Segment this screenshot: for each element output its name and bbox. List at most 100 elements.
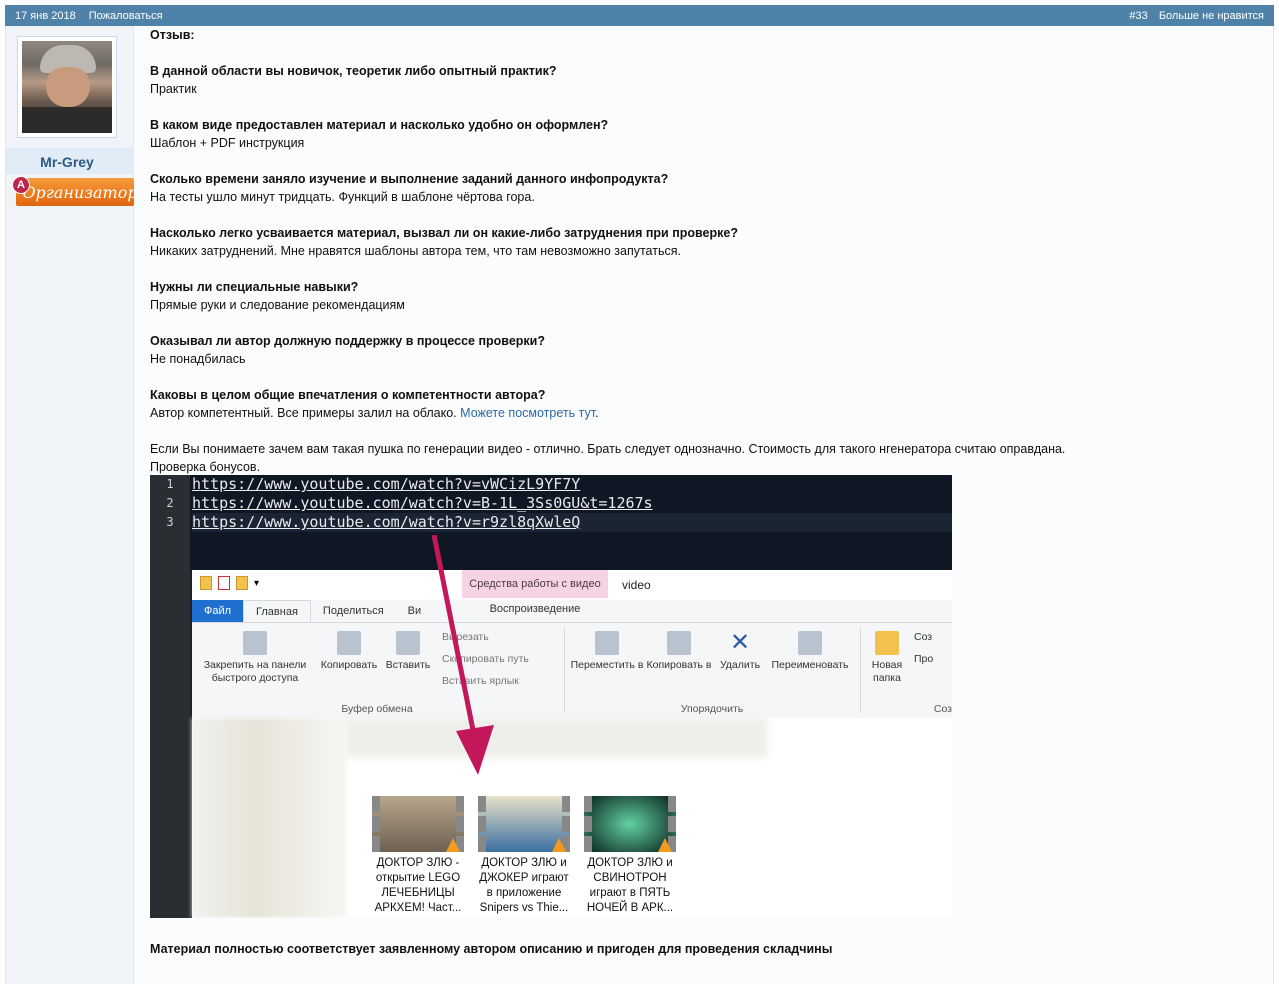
file-name-line: Snipers vs Thie... <box>479 902 569 914</box>
clipboard-group: Закрепить на панели быстрого доступа Коп… <box>192 623 529 719</box>
post-number-link[interactable]: #33 <box>1129 10 1147 22</box>
create-group: Новая папка Соз Про Соз <box>862 623 952 719</box>
file-name-line: ДОКТОР ЗЛЮ - <box>376 857 460 869</box>
qat-dropdown-icon: ▾ <box>254 577 260 589</box>
code-lines: https://www.youtube.com/watch?v=vWCizL9Y… <box>192 475 952 532</box>
window-title: video <box>622 578 651 592</box>
line-number: 3 <box>166 515 174 529</box>
properties-icon <box>218 576 230 590</box>
blurred-navigation-pane <box>192 718 347 918</box>
group-separator <box>564 627 565 713</box>
pin-label: Закрепить на панели быстрого доступа <box>203 659 307 684</box>
file-name-line: ДОКТОР ЗЛЮ и <box>481 857 567 869</box>
answer: Автор компетентный. Все примеры залил на… <box>150 404 1260 422</box>
vlc-cone-icon <box>552 838 566 852</box>
file-name-line: ДОКТОР ЗЛЮ и <box>587 857 673 869</box>
delete-label: Удалить <box>719 659 761 671</box>
group-separator <box>860 627 861 713</box>
username-link[interactable]: Mr-Grey <box>6 154 128 170</box>
qa-item: Насколько легко усваивается материал, вы… <box>150 224 1260 260</box>
tab-share: Поделиться <box>322 605 384 617</box>
file-name-line: СВИНОТРОН <box>593 872 667 884</box>
post-date[interactable]: 17 янв 2018 <box>15 10 76 22</box>
pin-icon <box>243 631 267 655</box>
report-link[interactable]: Пожаловаться <box>89 10 163 22</box>
file-name-line: в приложение <box>486 887 562 899</box>
line-number-gutter: 1 2 3 <box>150 475 190 918</box>
youtube-url: https://www.youtube.com/watch?v=r9zl8qXw… <box>192 513 952 532</box>
question: В каком виде предоставлен материал и нас… <box>150 118 609 132</box>
ribbon-tabs: Файл Главная Поделиться Ви <box>192 600 433 622</box>
rename-label: Переименовать <box>771 659 849 671</box>
new-item-button: Соз <box>914 631 933 643</box>
qa-item: Оказывал ли автор должную поддержку в пр… <box>150 332 1260 368</box>
qa-item: Сколько времени заняло изучение и выполн… <box>150 170 1260 206</box>
answer-text: Автор компетентный. Все примеры залил на… <box>150 406 457 420</box>
user-title-badge: Организатор A <box>12 176 138 208</box>
file-name-line: АРКХЕМ! Част... <box>374 902 462 914</box>
organizer-ribbon: Организатор <box>16 178 138 206</box>
new-folder-icon <box>236 576 248 590</box>
delete-button: ✕ Удалить <box>716 631 764 672</box>
question: Нужны ли специальные навыки? <box>150 280 359 294</box>
badge-letter-icon: A <box>12 176 30 194</box>
question: Сколько времени заняло изучение и выполн… <box>150 172 669 186</box>
paste-icon <box>396 631 420 655</box>
youtube-url: https://www.youtube.com/watch?v=vWCizL9Y… <box>192 475 581 493</box>
avatar[interactable] <box>17 36 117 138</box>
copy-label: Копировать <box>320 659 378 671</box>
file-name-line: открытие LEGO <box>375 872 461 884</box>
new-folder-label: Новая папка <box>871 659 903 684</box>
question: В данной области вы новичок, теоретик ли… <box>150 64 557 78</box>
copy-icon <box>337 631 361 655</box>
cloud-link[interactable]: Можете посмотреть тут <box>460 406 595 420</box>
answer: Практик <box>150 82 197 96</box>
answer: На тесты ушло минут тридцать. Функций в … <box>150 190 535 204</box>
embedded-screenshot[interactable]: 1 2 3 https://www.youtube.com/watch?v=vW… <box>150 475 952 918</box>
tab-home: Главная <box>243 600 311 622</box>
answer: Прямые руки и следование рекомендациям <box>150 298 405 312</box>
bonus-check-text: Проверка бонусов. <box>150 460 261 474</box>
unlike-link[interactable]: Больше не нравится <box>1159 10 1264 22</box>
qa-item: Каковы в целом общие впечатления о компе… <box>150 386 1260 422</box>
file-name-line: играют в ПЯТЬ <box>589 887 671 899</box>
summary-paragraph: Если Вы понимаете зачем вам такая пушка … <box>150 442 1066 456</box>
review-heading: Отзыв: <box>150 28 195 42</box>
rename-button: Переименовать <box>764 631 856 672</box>
organize-group: Переместить в Копировать в ✕ Удалить Пере… <box>566 623 858 719</box>
move-icon <box>595 631 619 655</box>
line-number: 2 <box>166 496 174 510</box>
pink-arrow-icon <box>431 535 494 775</box>
tab-file: Файл <box>192 600 244 622</box>
file-explorer-pane: ДОКТОР ЗЛЮ - открытие LEGO ЛЕЧЕБНИЦЫ АРК… <box>192 718 952 918</box>
title-bar: ▾ Средства работы с видео video <box>192 570 952 600</box>
new-folder-button: Новая папка <box>864 631 910 685</box>
question: Каковы в целом общие впечатления о компе… <box>150 388 546 402</box>
video-file-item: ДОКТОР ЗЛЮ - открытие LEGO ЛЕЧЕБНИЦЫ АРК… <box>370 796 466 916</box>
copy-button: Копировать <box>316 631 382 672</box>
create-group-label: Соз <box>933 703 952 715</box>
video-file-item: ДОКТОР ЗЛЮ и СВИНОТРОН играют в ПЯТЬ НОЧ… <box>582 796 678 916</box>
qa-item: Нужны ли специальные навыки? Прямые руки… <box>150 278 1260 314</box>
video-thumbnail <box>584 796 676 852</box>
file-name-line: ДЖОКЕР играют <box>479 872 569 884</box>
video-thumbnail <box>372 796 464 852</box>
move-to-button: Переместить в <box>570 631 644 672</box>
answer: Не понадбилась <box>150 352 246 366</box>
conclusion-text: Материал полностью соответствует заявлен… <box>150 942 833 956</box>
answer: Шаблон + PDF инструкция <box>150 136 305 150</box>
avatar-image <box>22 41 112 133</box>
explorer-ribbon: ▾ Средства работы с видео video Воспроиз… <box>192 570 952 718</box>
ribbon-groups: Закрепить на панели быстрого доступа Коп… <box>192 622 952 718</box>
copy-to-icon <box>667 631 691 655</box>
folder-icon <box>200 576 212 590</box>
file-name-line: НОЧЕЙ В АРК... <box>586 902 674 914</box>
copy-to-label: Копировать в <box>646 659 712 671</box>
delete-x-icon: ✕ <box>729 629 751 656</box>
answer: Никаких затруднений. Мне нравятся шаблон… <box>150 244 681 258</box>
youtube-url: https://www.youtube.com/watch?v=B-1L_3Ss… <box>192 494 653 512</box>
clipboard-group-label: Буфер обмена <box>341 703 413 715</box>
qa-item: В данной области вы новичок, теоретик ли… <box>150 62 1260 98</box>
vlc-cone-icon <box>658 838 672 852</box>
blurred-address-bar <box>347 718 767 758</box>
